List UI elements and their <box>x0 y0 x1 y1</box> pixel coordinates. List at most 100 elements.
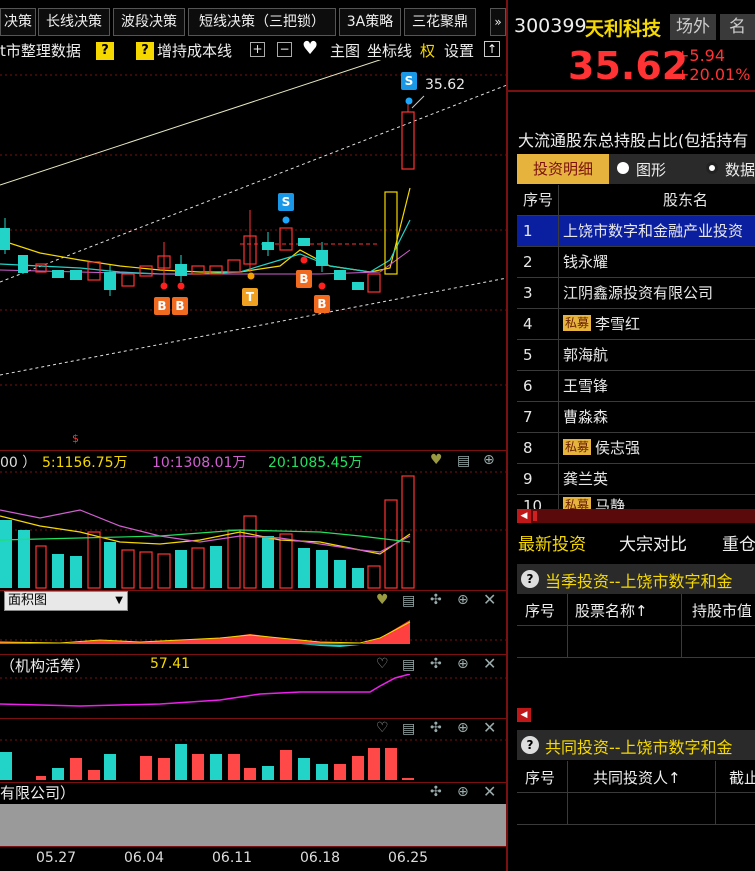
heart-icon[interactable]: ♥ <box>376 592 389 608</box>
date-label: 06.04 <box>124 850 165 866</box>
name-button[interactable]: 名 <box>720 14 755 40</box>
table-row[interactable]: 8 私募 侯志强 <box>517 433 755 464</box>
row-holder-name: 曹淼森 <box>563 408 609 426</box>
holders-header-row: 序号 股东名 <box>517 185 755 216</box>
tabs-scroll-button[interactable]: » <box>490 8 506 36</box>
col-header-market-value[interactable]: 持股市值 <box>692 600 752 621</box>
date-label: 05.27 <box>36 850 77 866</box>
add-cost-line-label[interactable]: 增持成本线 <box>157 40 232 61</box>
tab-three-flowers[interactable]: 三花聚鼎 <box>404 8 476 36</box>
volume-ma20: 20:1085.45万 <box>268 455 363 471</box>
scroll-left-arrow[interactable]: ◀ <box>517 708 531 722</box>
private-fund-badge: 私募 <box>563 315 592 331</box>
row-no: 1 <box>517 216 559 247</box>
close-icon[interactable]: ✕ <box>483 718 496 737</box>
scroll-left-arrow[interactable]: ◀ <box>517 509 531 523</box>
tab-short-term[interactable]: 短线决策（三把锁） <box>188 8 336 36</box>
tab-invest-detail[interactable]: 投资明细 <box>517 154 609 184</box>
tab-swing[interactable]: 波段决策 <box>113 8 185 36</box>
table-row[interactable]: 4 私募 李雪红 <box>517 309 755 340</box>
move-icon[interactable]: ✣ <box>430 784 442 800</box>
plus-icon[interactable]: + <box>250 42 265 57</box>
panel-settings-icon[interactable]: ▤ <box>402 657 415 673</box>
radio-chart-label[interactable]: 图形 <box>636 159 666 180</box>
table-row[interactable]: 10 私募 马静 <box>517 495 755 509</box>
horizontal-scrollbar[interactable]: ◀ <box>517 509 755 523</box>
help-icon[interactable]: ? <box>521 736 539 754</box>
quarter-table: 序号 股票名称↑ 持股市值 <box>517 594 755 658</box>
date-label: 06.18 <box>300 850 341 866</box>
tab-long-term[interactable]: 长线决策 <box>38 8 110 36</box>
rights-button[interactable]: 权 <box>420 40 435 61</box>
horizontal-scrollbar[interactable]: ◀ <box>517 708 755 722</box>
panel-settings-icon[interactable]: ▤ <box>402 593 415 609</box>
radio-chart[interactable] <box>617 162 629 174</box>
help-icon[interactable]: ? <box>136 42 154 60</box>
row-holder-name: 上饶市数字和金融产业投资 <box>563 222 744 240</box>
trade-signal-badge: T <box>242 288 258 306</box>
row-no: 7 <box>517 402 559 433</box>
panel-settings-icon[interactable]: ▤ <box>402 721 415 737</box>
table-row[interactable]: 9 龚兰英 <box>517 464 755 495</box>
header-divider <box>508 90 755 92</box>
radio-data-label[interactable]: 数据 <box>725 159 755 180</box>
table-row[interactable]: 2 钱永耀 <box>517 247 755 278</box>
row-no: 9 <box>517 464 559 495</box>
heart-outline-icon[interactable]: ♡ <box>376 656 389 672</box>
move-icon[interactable]: ✣ <box>430 592 442 608</box>
stock-price: 35.62 <box>568 44 689 88</box>
close-icon[interactable]: ✕ <box>483 590 496 609</box>
zoom-icon[interactable]: ⊕ <box>457 784 469 800</box>
minus-icon[interactable]: − <box>277 42 292 57</box>
table-row[interactable]: 6 王雪锋 <box>517 371 755 402</box>
table-row[interactable]: 7 曹淼森 <box>517 402 755 433</box>
sell-signal-badge: S <box>278 193 294 211</box>
help-icon[interactable]: ? <box>96 42 114 60</box>
axis-line-button[interactable]: 坐标线 <box>367 40 412 61</box>
tab-heavy-position[interactable]: 重仓 <box>722 530 755 555</box>
table-row[interactable]: 1 上饶市数字和金融产业投资 <box>517 216 755 247</box>
close-icon[interactable]: ✕ <box>483 782 496 801</box>
main-chart-button[interactable]: 主图 <box>330 40 360 61</box>
private-fund-badge: 私募 <box>563 497 592 509</box>
panel-settings-icon[interactable]: ▤ <box>457 453 470 469</box>
table-row[interactable]: 3 江阴鑫源投资有限公司 <box>517 278 755 309</box>
col-divider <box>681 594 682 658</box>
scroll-thumb[interactable] <box>533 511 537 521</box>
holders-title: 大流通股东总持股占比(包括持有 <box>518 131 749 150</box>
tab-block-trade[interactable]: 大宗对比 <box>619 530 687 555</box>
tab-3a-strategy[interactable]: 3A策略 <box>339 8 401 36</box>
radio-data[interactable] <box>706 162 718 174</box>
zoom-icon[interactable]: ⊕ <box>457 656 469 672</box>
offsite-button[interactable]: 场外 <box>670 14 716 40</box>
heart-outline-icon[interactable]: ♡ <box>376 720 389 736</box>
candlestick-chart[interactable] <box>0 60 507 460</box>
tab-decision[interactable]: 决策 <box>0 8 36 36</box>
zoom-icon[interactable]: ⊕ <box>457 592 469 608</box>
heart-icon[interactable]: ♥ <box>302 38 318 59</box>
col-header-deadline[interactable]: 截止 <box>729 767 755 788</box>
col-divider <box>715 761 716 825</box>
heart-icon[interactable]: ♥ <box>430 452 443 468</box>
chart-type-value: 面积图 <box>8 593 48 608</box>
close-icon[interactable]: ✕ <box>483 654 496 673</box>
chart-type-select[interactable]: 面积图 ▼ <box>4 591 128 611</box>
up-arrow-icon[interactable]: ↑ <box>484 41 500 57</box>
zoom-icon[interactable]: ⊕ <box>483 452 495 468</box>
col-header-co-investor[interactable]: 共同投资人↑ <box>593 767 681 788</box>
help-icon[interactable]: ? <box>521 570 539 588</box>
panel-divider <box>0 718 507 719</box>
tab-latest-investment[interactable]: 最新投资 <box>518 530 586 555</box>
col-header-no: 序号 <box>525 602 556 620</box>
move-icon[interactable]: ✣ <box>430 656 442 672</box>
move-icon[interactable]: ✣ <box>430 720 442 736</box>
table-row[interactable]: 5 郭海航 <box>517 340 755 371</box>
settings-button[interactable]: 设置 <box>444 40 474 61</box>
zoom-icon[interactable]: ⊕ <box>457 720 469 736</box>
col-header-stock-name[interactable]: 股票名称↑ <box>575 600 648 621</box>
volume-ma10: 10:1308.01万 <box>152 455 247 471</box>
col-header-no: 序号 <box>525 769 556 787</box>
row-holder-name: 侯志强 <box>595 439 641 457</box>
chart-title: t市整理数据 <box>0 42 81 60</box>
row-no: 10 <box>517 495 559 509</box>
